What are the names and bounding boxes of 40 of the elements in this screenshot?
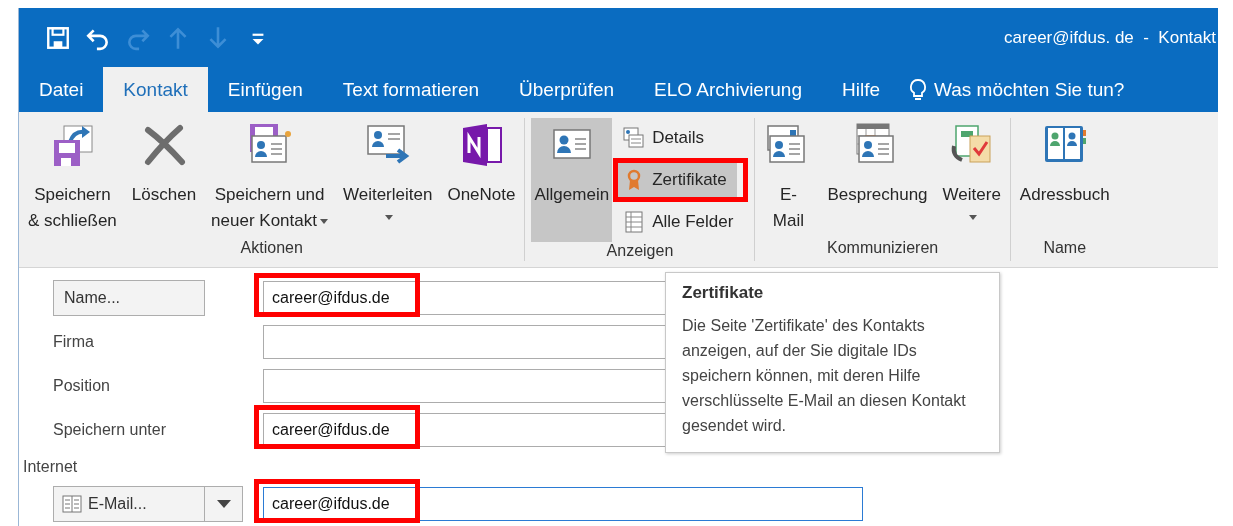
- group-label: Anzeigen: [605, 242, 675, 261]
- ribbon-tab[interactable]: Überprüfen: [499, 67, 635, 112]
- ribbon-button[interactable]: Weiterleiten: [339, 118, 436, 239]
- ribbon-tab[interactable]: Kontakt: [103, 67, 208, 112]
- ribbon-button[interactable]: Löschen: [128, 118, 200, 239]
- ribbon-button[interactable]: Speichern & schließen: [25, 118, 120, 239]
- ribbon-button[interactable]: Details: [618, 123, 744, 153]
- tooltip-title: Zertifikate: [682, 283, 765, 303]
- ribbon-button[interactable]: Besprechung: [824, 118, 931, 239]
- group-label: Kommunizieren: [826, 239, 940, 258]
- field-label: Speichern unter: [53, 421, 167, 439]
- group-label: Name: [1042, 239, 1088, 258]
- email-field[interactable]: career@ifdus.de: [263, 487, 863, 521]
- caret-icon: [216, 500, 231, 508]
- tell-me-field[interactable]: Was möchten Sie tun?: [934, 78, 1125, 101]
- address-book-icon: [62, 495, 82, 513]
- ribbon-button[interactable]: Weitere: [939, 118, 1004, 239]
- section-label: Internet: [23, 458, 79, 476]
- ribbon-button[interactable]: Allgemein: [531, 118, 613, 242]
- lightbulb-icon: [908, 77, 928, 102]
- email-button[interactable]: E-Mail...: [53, 486, 205, 522]
- ribbon-button[interactable]: OneNote: [444, 118, 519, 239]
- window-title: career@ifdus. de - Kontakt: [1004, 27, 1217, 48]
- ribbon-tab[interactable]: Text formatieren: [322, 67, 500, 112]
- field-label: Firma: [53, 333, 95, 351]
- ribbon-button[interactable]: Adressbuch: [1016, 118, 1113, 239]
- ribbon-tab[interactable]: Hilfe: [821, 67, 900, 112]
- ribbon-tab[interactable]: Einfügen: [207, 67, 323, 112]
- ribbon-button[interactable]: Zertifikate: [618, 163, 737, 197]
- field-label: Position: [53, 377, 111, 395]
- details-icon: [622, 126, 647, 150]
- ribbon-button[interactable]: Speichern und neuer Kontakt: [208, 118, 331, 239]
- ribbon-button[interactable]: Alle Felder: [618, 207, 744, 237]
- ribbon-button[interactable]: E- Mail: [761, 118, 816, 239]
- name-button[interactable]: Name...: [53, 280, 205, 316]
- ribbon-tab[interactable]: Datei: [19, 67, 104, 112]
- group-label: Aktionen: [239, 239, 304, 258]
- ribbon-tab[interactable]: ELO Archivierung: [634, 67, 822, 112]
- dropdown-button[interactable]: [205, 486, 243, 522]
- save-icon[interactable]: [45, 24, 71, 51]
